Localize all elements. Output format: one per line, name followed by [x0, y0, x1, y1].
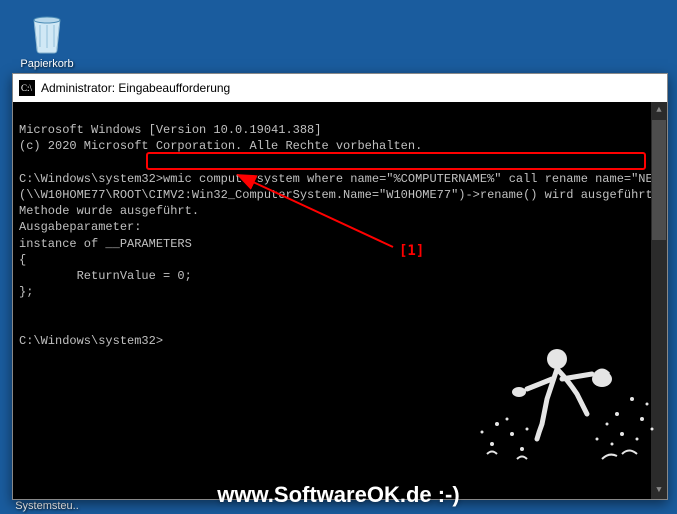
terminal-line: Ausgabeparameter: [19, 220, 141, 234]
terminal-line: }; [19, 285, 33, 299]
terminal-line: instance of __PARAMETERS [19, 237, 192, 251]
scrollbar-thumb[interactable] [652, 120, 666, 240]
terminal-scrollbar[interactable]: ▲ ▼ [651, 102, 667, 499]
terminal-line: Microsoft Windows [Version 10.0.19041.38… [19, 123, 321, 137]
scroll-down-icon[interactable]: ▼ [651, 483, 667, 499]
desktop-icon-papierkorb[interactable]: Papierkorb [12, 8, 82, 70]
watermark: www.SoftwareOK.de :-) [217, 482, 459, 508]
terminal-line: Methode wurde ausgeführt. [19, 204, 199, 218]
window-title: Administrator: Eingabeaufforderung [41, 81, 230, 95]
svg-text:C:\: C:\ [21, 83, 33, 93]
terminal-prompt-line: C:\Windows\system32>wmic computersystem … [19, 172, 667, 186]
terminal-line: { [19, 253, 26, 267]
terminal-prompt: C:\Windows\system32> [19, 172, 163, 186]
terminal-prompt: C:\Windows\system32> [19, 334, 163, 348]
recycle-bin-icon [12, 8, 82, 56]
desktop-icon-label: Systemsteu.. [12, 500, 82, 512]
annotation-label: [1] [399, 242, 424, 261]
scroll-up-icon[interactable]: ▲ [651, 102, 667, 118]
cmd-window: C:\ Administrator: Eingabeaufforderung M… [12, 73, 668, 500]
terminal-line: (\\W10HOME77\ROOT\CIMV2:Win32_ComputerSy… [19, 188, 653, 202]
desktop: Papierkorb Netzwerk [0, 0, 677, 514]
desktop-icon-label: Papierkorb [12, 58, 82, 70]
terminal[interactable]: Microsoft Windows [Version 10.0.19041.38… [13, 102, 667, 499]
cmd-icon: C:\ [19, 80, 35, 96]
terminal-line: ReturnValue = 0; [19, 269, 192, 283]
terminal-line: (c) 2020 Microsoft Corporation. Alle Rec… [19, 139, 422, 153]
terminal-command: wmic computersystem where name="%COMPUTE… [163, 172, 667, 186]
titlebar[interactable]: C:\ Administrator: Eingabeaufforderung [13, 74, 667, 102]
annotation-highlight-box [146, 152, 646, 170]
